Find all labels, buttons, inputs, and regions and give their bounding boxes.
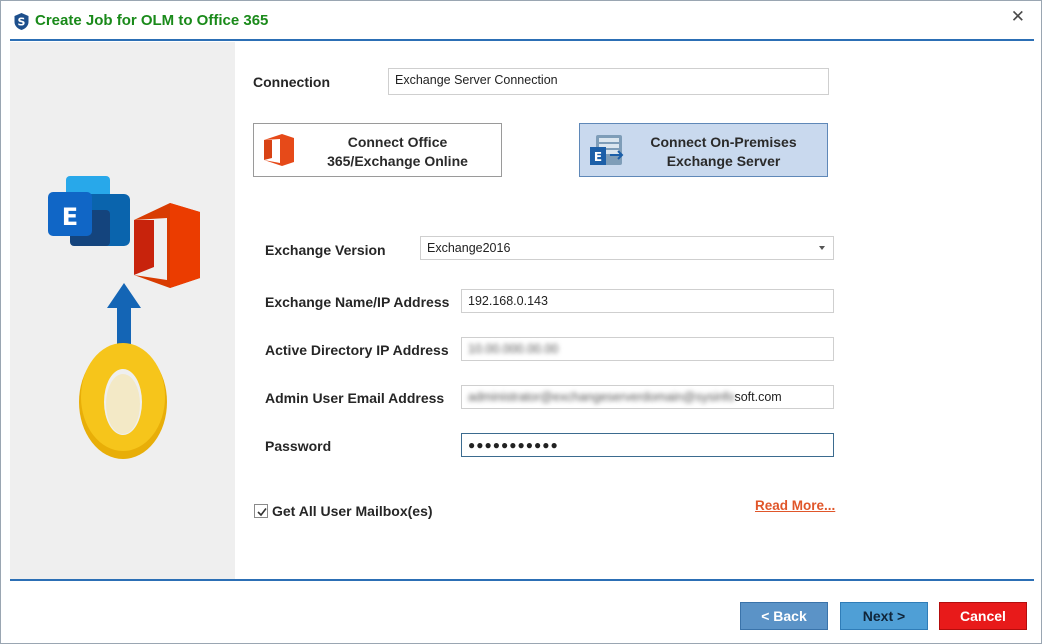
back-button[interactable]: < Back xyxy=(740,602,828,630)
close-icon[interactable]: ✕ xyxy=(1011,7,1025,27)
exchange-version-value: Exchange2016 xyxy=(427,241,511,255)
get-all-mailboxes-label[interactable]: Get All User Mailbox(es) xyxy=(272,503,433,519)
password-input[interactable]: ●●●●●●●●●●● xyxy=(461,433,834,457)
next-button[interactable]: Next > xyxy=(840,602,928,630)
connect-office365-line1: Connect Office xyxy=(347,134,448,150)
illustration-panel: E xyxy=(10,42,235,579)
sysinfo-s-icon: S xyxy=(14,13,29,30)
office-icon xyxy=(134,203,200,288)
admin-email-input[interactable]: administrator@exchangeserverdomain@sysin… xyxy=(461,385,834,409)
get-all-mailboxes-checkbox[interactable] xyxy=(254,504,268,518)
admin-email-blurred: administrator@exchangeserverdomain@sysin… xyxy=(468,390,735,404)
cancel-button[interactable]: Cancel xyxy=(939,602,1027,630)
active-directory-label: Active Directory IP Address xyxy=(265,342,449,358)
connect-onpremises-line2: Exchange Server xyxy=(666,153,781,169)
window-title: Create Job for OLM to Office 365 xyxy=(35,12,269,29)
connection-name-value: Exchange Server Connection xyxy=(395,73,558,87)
exchange-name-label: Exchange Name/IP Address xyxy=(265,294,450,310)
admin-email-suffix: soft.com xyxy=(734,390,782,404)
exchange-version-label: Exchange Version xyxy=(265,242,386,258)
dialog-window: S Create Job for OLM to Office 365 ✕ E C… xyxy=(0,0,1042,644)
chevron-down-icon xyxy=(819,246,825,250)
footer-divider xyxy=(10,579,1034,581)
connect-office365-button[interactable]: Connect Office 365/Exchange Online xyxy=(253,123,502,177)
connect-office365-line2: 365/Exchange Online xyxy=(327,153,468,169)
outlook-mac-icon xyxy=(79,343,167,459)
exchange-name-input[interactable]: 192.168.0.143 xyxy=(461,289,834,313)
password-mask: ●●●●●●●●●●● xyxy=(468,438,559,452)
exchange-version-select[interactable]: Exchange2016 xyxy=(420,236,834,260)
read-more-link[interactable]: Read More... xyxy=(755,498,835,513)
active-directory-value: 10.00.000.00.00 xyxy=(468,342,559,356)
admin-email-label: Admin User Email Address xyxy=(265,390,445,406)
connection-label: Connection xyxy=(253,74,330,90)
checkmark-icon xyxy=(257,508,267,517)
connect-onpremises-button[interactable]: E Connect On-Premises Exchange Server xyxy=(579,123,828,177)
title-bar: S Create Job for OLM to Office 365 ✕ xyxy=(1,1,1041,39)
password-label: Password xyxy=(265,438,332,454)
exchange-icon: E xyxy=(48,176,130,246)
svg-text:S: S xyxy=(18,16,26,29)
svg-text:E: E xyxy=(62,203,78,231)
active-directory-input[interactable]: 10.00.000.00.00 xyxy=(461,337,834,361)
header-divider xyxy=(10,39,1034,41)
arrow-up-icon xyxy=(107,283,141,346)
connect-onpremises-line1: Connect On-Premises xyxy=(650,134,797,150)
connection-name-input[interactable]: Exchange Server Connection xyxy=(388,68,829,95)
exchange-name-value: 192.168.0.143 xyxy=(468,294,548,308)
